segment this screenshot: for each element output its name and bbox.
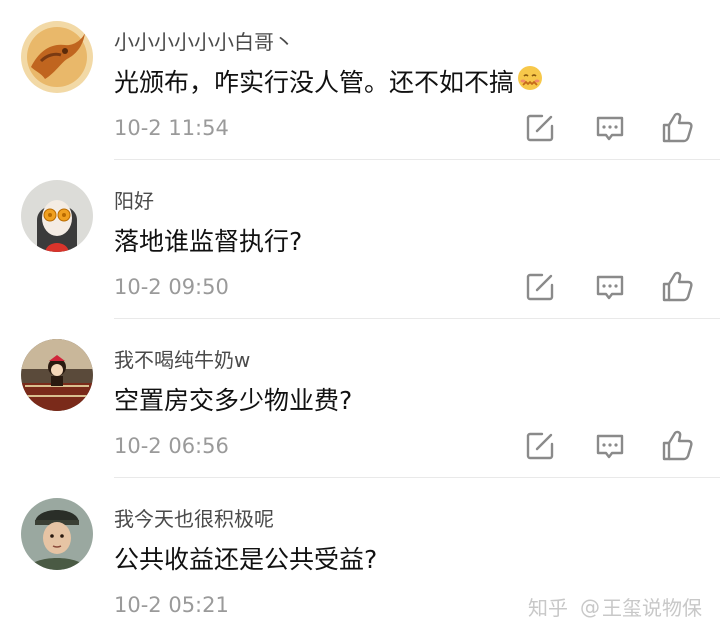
embarrassed-face-icon — [516, 64, 544, 98]
comment-text: 光颁布，咋实行没人管。还不如不搞 — [114, 63, 544, 99]
username[interactable]: 我不喝纯牛奶w — [114, 344, 250, 373]
avatar[interactable] — [21, 180, 93, 252]
comment-icon — [596, 275, 624, 300]
like-icon — [662, 430, 693, 461]
avatar[interactable] — [21, 339, 93, 411]
like-button[interactable] — [660, 269, 696, 305]
watermark-at: @ — [580, 594, 600, 619]
comment-text-body: 光颁布，咋实行没人管。还不如不搞 — [114, 68, 515, 97]
timestamp: 10-2 05:21 — [114, 593, 229, 617]
comment-text: 空置房交多少物业费? — [114, 381, 352, 417]
comment-button[interactable] — [592, 110, 628, 146]
avatar[interactable] — [21, 21, 93, 93]
reply-button[interactable] — [522, 269, 558, 305]
username[interactable]: 小小小小小小白哥丶 — [114, 26, 294, 55]
comment-icon — [596, 434, 624, 459]
username[interactable]: 我今天也很积极呢 — [114, 503, 274, 532]
reply-icon — [526, 114, 554, 142]
timestamp: 10-2 06:56 — [114, 434, 229, 458]
comment-text-body: 落地谁监督执行? — [114, 227, 303, 256]
reply-icon — [526, 432, 554, 460]
timestamp: 10-2 09:50 — [114, 275, 229, 299]
reply-button[interactable] — [522, 110, 558, 146]
comment-item: 小小小小小小白哥丶 光颁布，咋实行没人管。还不如不搞 10-2 11:54 — [0, 0, 720, 160]
watermark-site: 知乎 — [528, 596, 568, 620]
avatar[interactable] — [21, 498, 93, 570]
timestamp: 10-2 11:54 — [114, 116, 229, 140]
like-icon — [662, 271, 693, 302]
reply-button[interactable] — [522, 428, 558, 464]
comment-text-body: 公共收益还是公共受益? — [114, 545, 378, 574]
comment-icon — [596, 116, 624, 141]
comment-button[interactable] — [592, 269, 628, 305]
comment-button[interactable] — [592, 428, 628, 464]
comment-text-body: 空置房交多少物业费? — [114, 386, 353, 415]
reply-icon — [526, 273, 554, 301]
like-icon — [662, 112, 693, 143]
like-button[interactable] — [660, 428, 696, 464]
username[interactable]: 阳好 — [114, 185, 154, 214]
like-button[interactable] — [660, 110, 696, 146]
comment-text: 公共收益还是公共受益? — [114, 540, 377, 576]
watermark: 知乎 @ 王玺说物保 — [528, 592, 702, 621]
watermark-author: 王玺说物保 — [602, 596, 702, 620]
comment-item: 阳好 落地谁监督执行? 10-2 09:50 — [0, 159, 720, 319]
comment-item: 我不喝纯牛奶w 空置房交多少物业费? 10-2 06:56 — [0, 318, 720, 478]
comment-text: 落地谁监督执行? — [114, 222, 302, 258]
